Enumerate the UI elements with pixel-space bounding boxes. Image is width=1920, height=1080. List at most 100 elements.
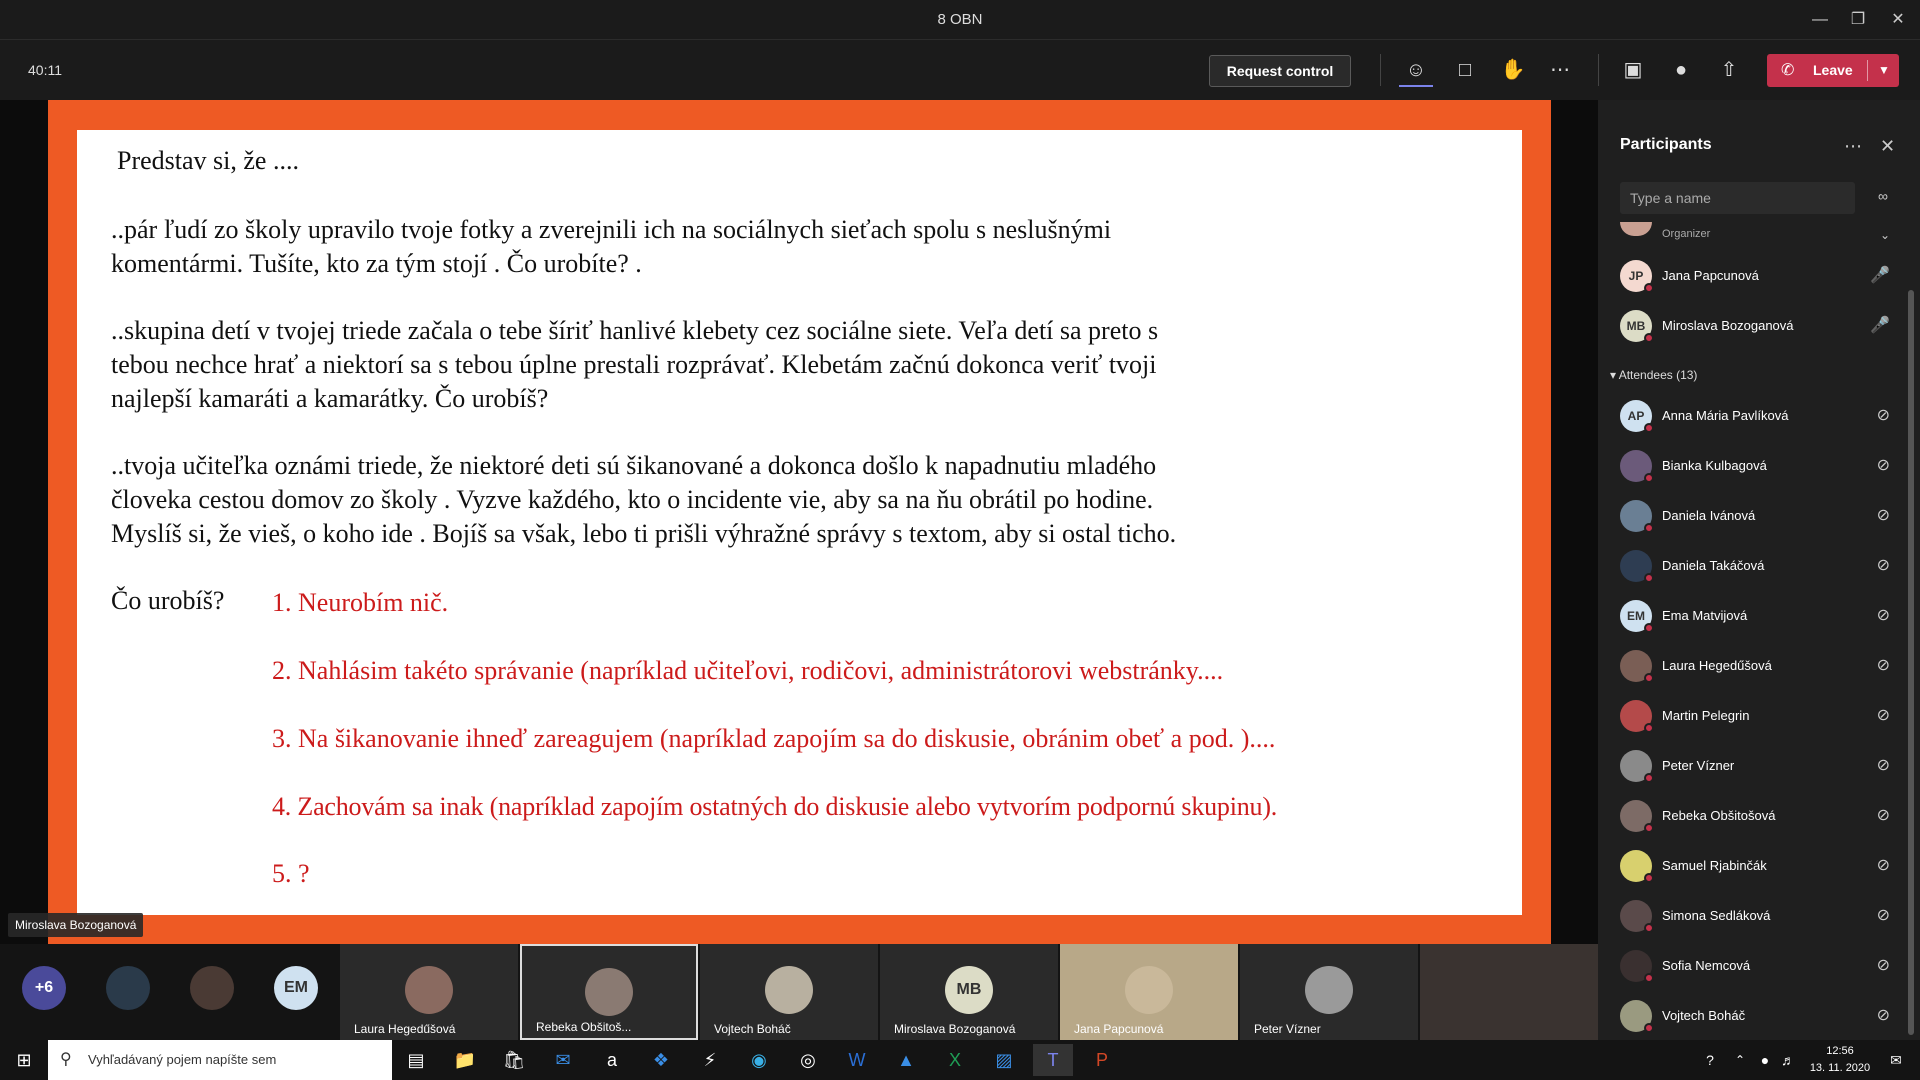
tile-name: Vojtech Boháč [714, 1022, 791, 1036]
mail-icon[interactable]: ✉ [543, 1044, 583, 1076]
tile-name: Peter Vízner [1254, 1022, 1321, 1036]
file-explorer-icon[interactable]: 📁 [445, 1044, 485, 1076]
participant-avatar[interactable] [106, 966, 150, 1010]
participant-search-input[interactable] [1620, 182, 1855, 214]
restore-icon[interactable]: ❐ [1844, 6, 1872, 34]
participant-row[interactable]: Peter Vízner ⊘ [1598, 740, 1920, 790]
mic-muted-icon: ⊘ [1876, 1007, 1890, 1024]
participant-row[interactable]: Samuel Rjabinčák ⊘ [1598, 840, 1920, 890]
task-view-icon[interactable]: ▤ [396, 1044, 436, 1076]
slide-text-line: ..tvoja učiteľka oznámi triede, že niekt… [111, 451, 1157, 480]
participant-row[interactable]: Bianka Kulbagová ⊘ [1598, 440, 1920, 490]
video-tile[interactable]: Peter Vízner [1240, 944, 1418, 1040]
search-icon: ⚲ [60, 1051, 72, 1068]
panel-title: Participants [1620, 136, 1712, 153]
video-tile[interactable]: Vojtech Boháč [700, 944, 878, 1040]
avatar [1620, 450, 1654, 483]
mic-muted-icon: ⊘ [1876, 507, 1890, 524]
microphone-icon[interactable]: ● [1664, 53, 1698, 87]
windows-start-icon[interactable]: ⊞ [4, 1044, 44, 1076]
tile-name: Miroslava Bozoganová [894, 1022, 1016, 1036]
participant-name: Laura Hegedűšová [1662, 658, 1772, 673]
mic-muted-icon: ⊘ [1876, 407, 1890, 424]
participant-row[interactable]: Daniela Ivánová ⊘ [1598, 490, 1920, 540]
attendees-section-header[interactable]: ▾ Attendees (13) [1610, 368, 1697, 382]
leave-button[interactable]: ✆ Leave ▼ [1767, 54, 1899, 87]
avatar: AP [1620, 400, 1654, 433]
mic-muted-icon: ⊘ [1876, 457, 1890, 474]
participant-name: Rebeka Obšitošová [1662, 808, 1776, 823]
panel-close-icon[interactable]: ✕ [1880, 136, 1895, 157]
participants-icon[interactable]: ☺ [1399, 53, 1433, 87]
photos-icon[interactable]: ▨ [984, 1044, 1024, 1076]
excel-icon[interactable]: X [935, 1044, 975, 1076]
tile-name: Jana Papcunová [1074, 1022, 1164, 1036]
organizer-role-label: Organizer [1662, 228, 1711, 240]
share-screen-icon[interactable]: ⇧ [1712, 53, 1746, 87]
participant-row[interactable]: AP Anna Mária Pavlíková ⊘ [1598, 390, 1920, 440]
video-tile[interactable] [1420, 944, 1598, 1040]
participant-row[interactable]: Daniela Takáčová ⊘ [1598, 540, 1920, 590]
share-invite-icon[interactable]: ∞ [1878, 188, 1888, 204]
chrome-icon[interactable]: ◎ [788, 1044, 828, 1076]
participant-row[interactable]: JP Jana Papcunová 🎤 [1598, 250, 1920, 300]
slide-option: 2. Nahlásim takéto správanie (napríklad … [272, 656, 1224, 685]
amazon-icon[interactable]: a [592, 1044, 632, 1076]
more-actions-icon[interactable]: ⋯ [1543, 53, 1577, 87]
chevron-down-icon[interactable]: ⌄ [1880, 222, 1890, 248]
video-tile[interactable]: Laura Hegedűšová [340, 944, 518, 1040]
edge-icon[interactable]: ◉ [739, 1044, 779, 1076]
notifications-icon[interactable]: ✉ [1876, 1044, 1916, 1076]
mic-muted-icon: ⊘ [1876, 557, 1890, 574]
teams-icon[interactable]: T [1033, 1044, 1073, 1076]
video-tile[interactable]: Jana Papcunová [1060, 944, 1238, 1040]
participant-row[interactable]: MB Miroslava Bozoganová 🎤 [1598, 300, 1920, 350]
chevron-down-icon[interactable]: ▼ [1873, 54, 1895, 87]
video-tile[interactable]: MB Miroslava Bozoganová [880, 944, 1058, 1040]
slide-text-line: komentármi. Tušíte, kto za tým stojí . Č… [111, 249, 642, 278]
participant-name: Simona Sedláková [1662, 908, 1771, 923]
app-icon[interactable]: ⚡ [690, 1044, 730, 1076]
taskbar-search-box[interactable]: ⚲ Vyhľadávaný pojem napíšte sem [48, 1040, 392, 1080]
participant-name: Sofia Nemcová [1662, 958, 1751, 973]
powerpoint-icon[interactable]: P [1082, 1044, 1122, 1076]
request-control-button[interactable]: Request control [1209, 55, 1351, 87]
participant-row[interactable]: Vojtech Boháč ⊘ [1598, 990, 1920, 1040]
app-icon[interactable]: ▲ [886, 1044, 926, 1076]
meeting-toolbar: 40:11 Request control ☺ □ ✋ ⋯ ▣ ● ⇧ ✆ Le… [0, 40, 1920, 100]
participant-row[interactable]: EM Ema Matvijová ⊘ [1598, 590, 1920, 640]
microphone-icon: 🎤 [1870, 317, 1890, 334]
participant-row[interactable]: Laura Hegedűšová ⊘ [1598, 640, 1920, 690]
avatar [585, 968, 633, 1016]
slide-question: Čo urobíš? [111, 586, 225, 615]
system-clock[interactable]: 12:56 13. 11. 2020 [1800, 1043, 1880, 1077]
participant-avatar[interactable] [190, 966, 234, 1010]
microphone-icon: 🎤 [1870, 267, 1890, 284]
dropbox-icon[interactable]: ❖ [641, 1044, 681, 1076]
slide-text-line: ..pár ľudí zo školy upravilo tvoje fotky… [111, 215, 1112, 244]
mic-muted-icon: ⊘ [1876, 707, 1890, 724]
participant-name: Daniela Takáčová [1662, 558, 1765, 573]
panel-scrollbar[interactable] [1908, 290, 1914, 1035]
minimize-icon[interactable]: — [1806, 6, 1834, 34]
store-icon[interactable]: 🛍 [494, 1044, 534, 1076]
mic-muted-icon: ⊘ [1876, 607, 1890, 624]
word-icon[interactable]: W [837, 1044, 877, 1076]
avatar: MB [1620, 310, 1654, 343]
more-participants-badge[interactable]: +6 [22, 966, 66, 1010]
chat-icon[interactable]: □ [1448, 53, 1482, 87]
raise-hand-icon[interactable]: ✋ [1496, 53, 1530, 87]
close-icon[interactable]: ✕ [1884, 6, 1912, 34]
camera-icon[interactable]: ▣ [1616, 53, 1650, 87]
slide-text-line: najlepší kamaráti a kamarátky. Čo urobíš… [111, 384, 549, 413]
participant-avatar[interactable]: EM [274, 966, 318, 1010]
clock-date: 13. 11. 2020 [1809, 1062, 1871, 1074]
participant-row[interactable]: Rebeka Obšitošová ⊘ [1598, 790, 1920, 840]
avatar [1125, 966, 1173, 1014]
participant-row[interactable]: Martin Pelegrin ⊘ [1598, 690, 1920, 740]
participants-panel: Participants ⋯ ✕ ∞ Organizer ⌄ JP Jana Pa… [1598, 100, 1920, 1040]
participant-row[interactable]: Simona Sedláková ⊘ [1598, 890, 1920, 940]
participant-row[interactable]: Sofia Nemcová ⊘ [1598, 940, 1920, 990]
video-tile[interactable]: Rebeka Obšitoš... [520, 944, 698, 1040]
panel-more-icon[interactable]: ⋯ [1844, 136, 1862, 157]
